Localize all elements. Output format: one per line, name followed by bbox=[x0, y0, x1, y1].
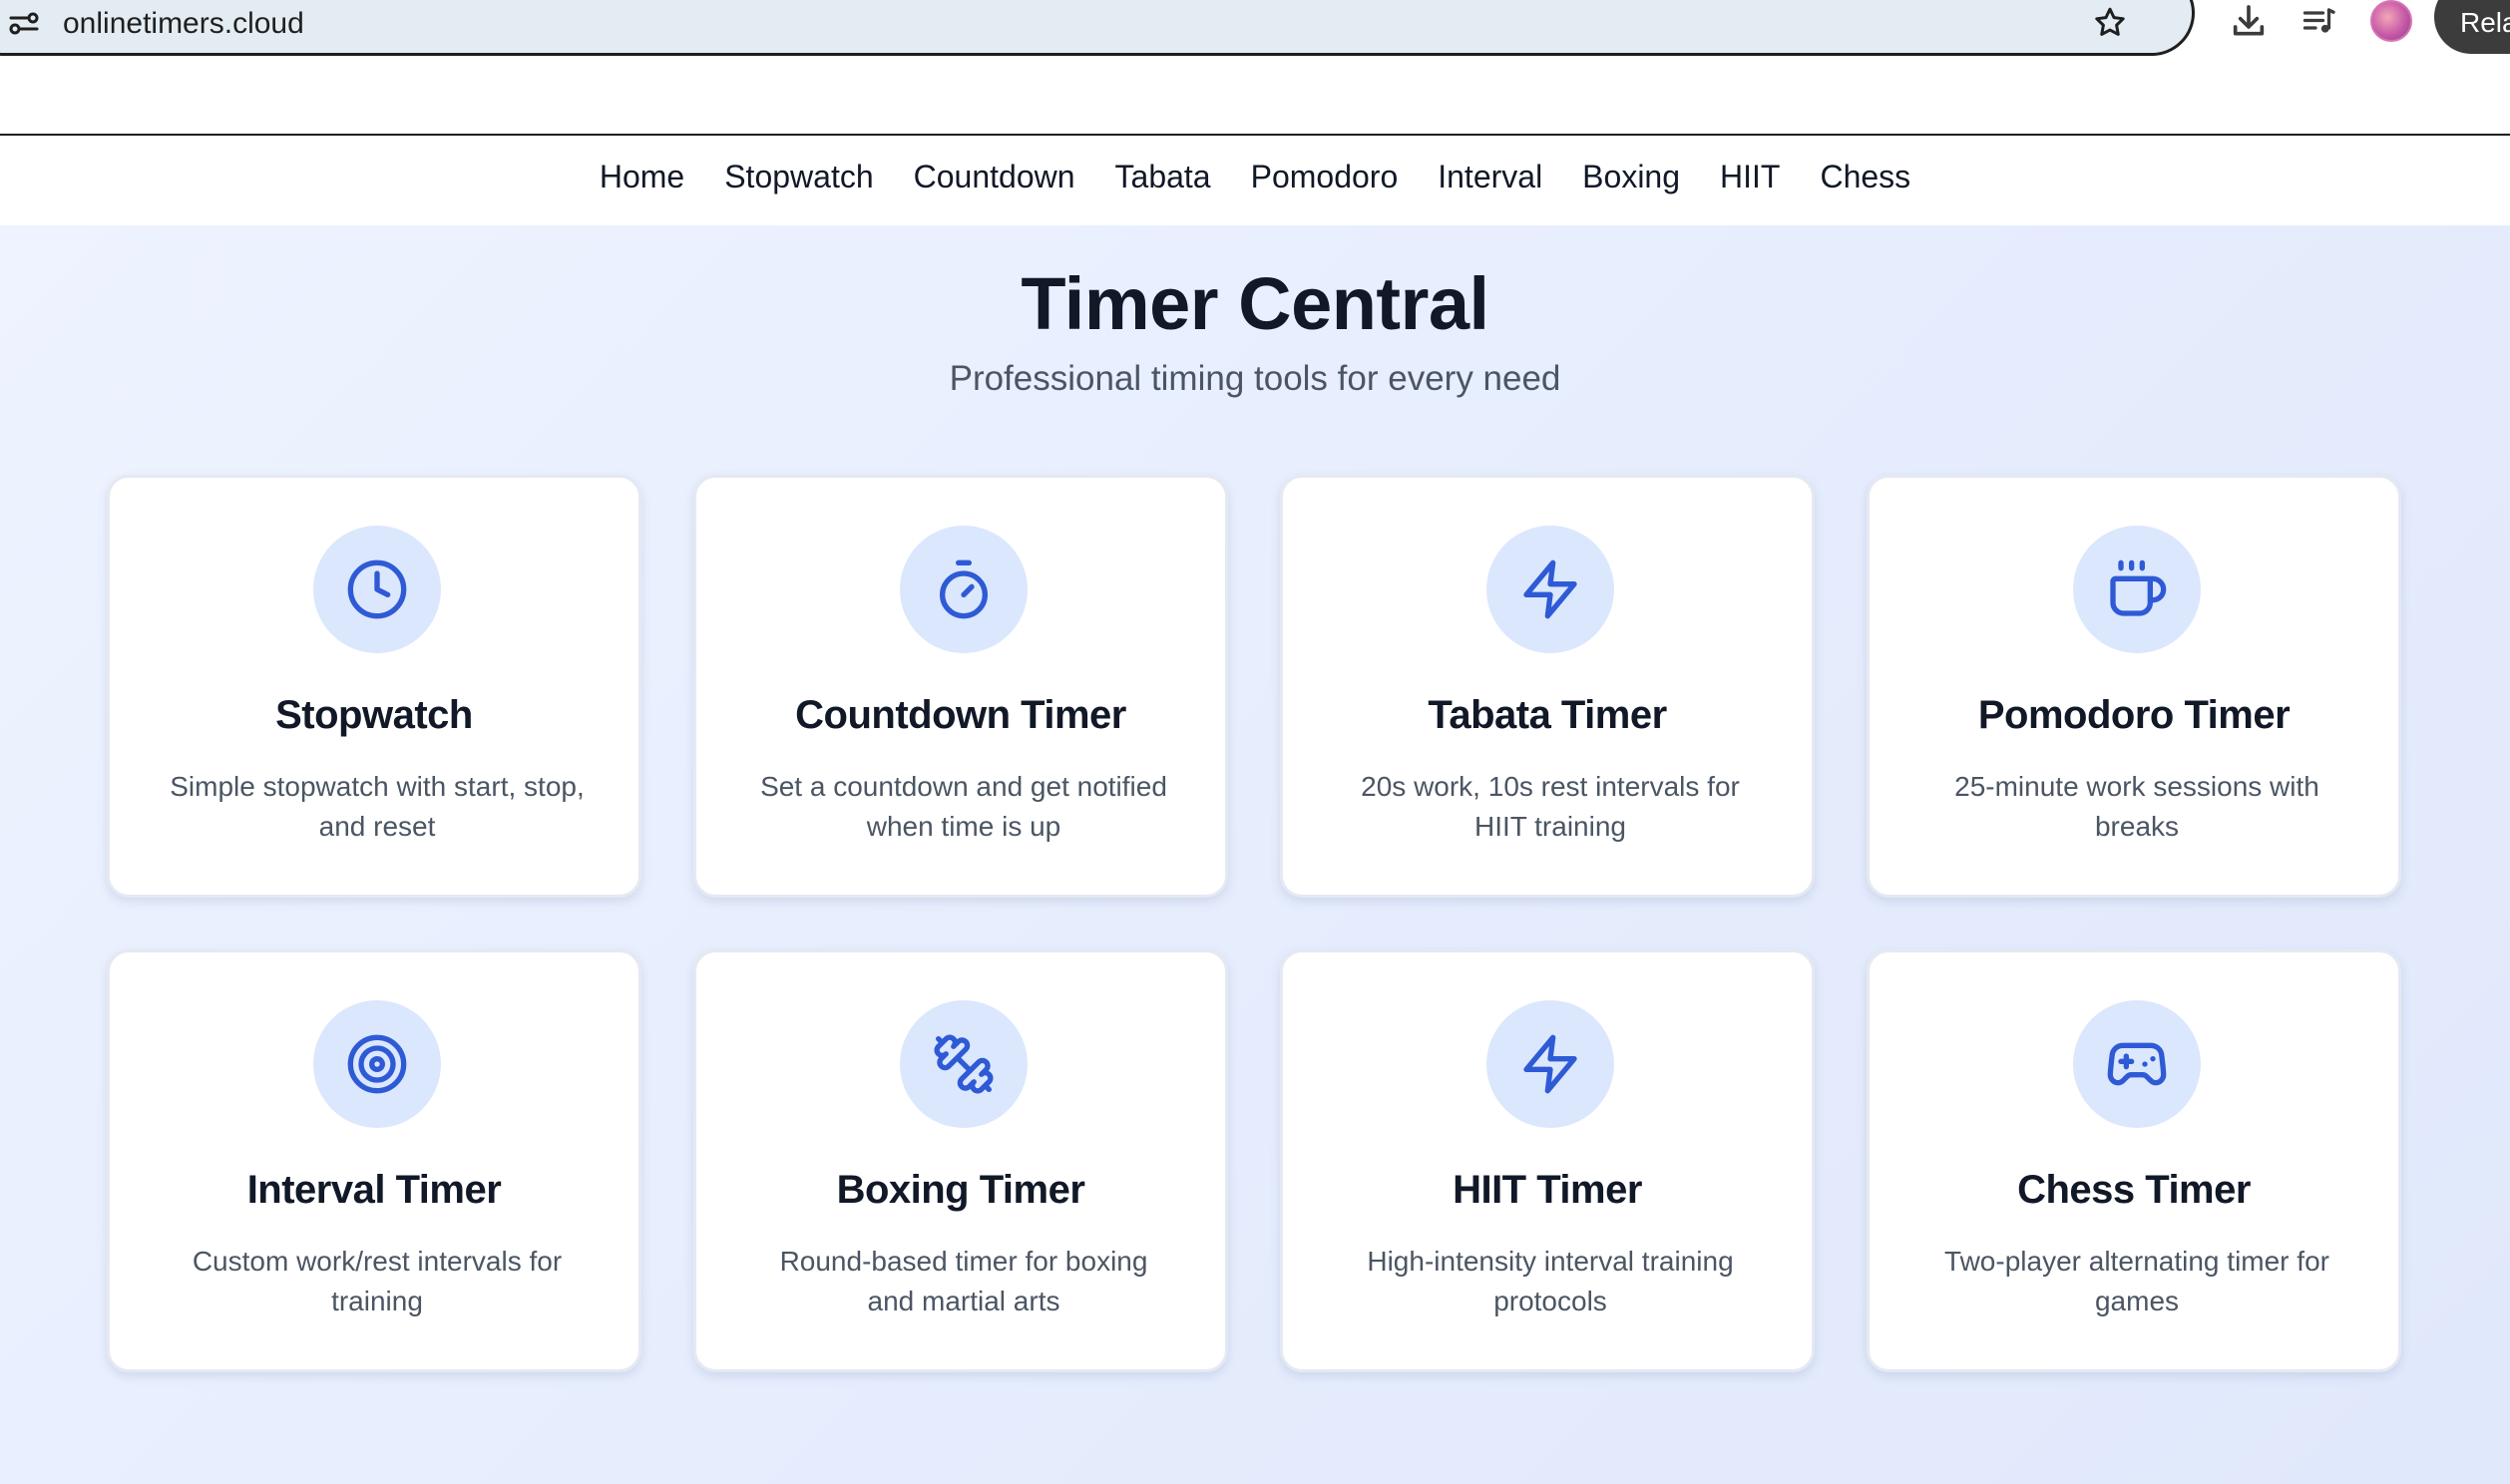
relaunch-button[interactable]: Rela bbox=[2434, 0, 2510, 54]
card-title: Chess Timer bbox=[2017, 1168, 2251, 1212]
site-info-icon[interactable] bbox=[9, 11, 39, 35]
card-title: Tabata Timer bbox=[1428, 693, 1667, 737]
lightning-icon bbox=[1523, 1034, 1577, 1094]
card-icon-badge bbox=[1486, 526, 1614, 653]
card-stopwatch[interactable]: Stopwatch Simple stopwatch with start, s… bbox=[107, 475, 641, 898]
page-subtitle: Professional timing tools for every need bbox=[949, 359, 1561, 398]
page-title: Timer Central bbox=[1021, 262, 1489, 345]
card-icon-badge bbox=[900, 1000, 1028, 1128]
nav-link-hiit[interactable]: HIIT bbox=[1720, 159, 1780, 195]
clock-icon bbox=[347, 559, 407, 619]
card-tabata-timer[interactable]: Tabata Timer 20s work, 10s rest interval… bbox=[1280, 475, 1815, 898]
download-icon[interactable] bbox=[2229, 2, 2269, 42]
nav-link-tabata[interactable]: Tabata bbox=[1115, 159, 1211, 195]
card-description: High-intensity interval training protoco… bbox=[1367, 1246, 1734, 1316]
nav-link-countdown[interactable]: Countdown bbox=[914, 159, 1075, 195]
nav-link-home[interactable]: Home bbox=[600, 159, 684, 195]
card-description: Simple stopwatch with start, stop, and r… bbox=[170, 771, 585, 842]
nav-link-boxing[interactable]: Boxing bbox=[1582, 159, 1680, 195]
card-description: 20s work, 10s rest intervals for HIIT tr… bbox=[1361, 771, 1740, 842]
card-description: Set a countdown and get notified when ti… bbox=[760, 771, 1167, 842]
dumbbell-icon bbox=[934, 1034, 994, 1094]
timer-grid: Stopwatch Simple stopwatch with start, s… bbox=[107, 475, 2403, 1372]
card-boxing-timer[interactable]: Boxing Timer Round-based timer for boxin… bbox=[693, 949, 1228, 1372]
card-interval-timer[interactable]: Interval Timer Custom work/rest interval… bbox=[107, 949, 641, 1372]
card-description: Two-player alternating timer for games bbox=[1944, 1246, 2329, 1316]
star-icon[interactable] bbox=[2092, 5, 2128, 41]
nav-link-stopwatch[interactable]: Stopwatch bbox=[724, 159, 873, 195]
main-content: Timer Central Professional timing tools … bbox=[0, 225, 2510, 1484]
relaunch-label: Rela bbox=[2460, 7, 2510, 38]
avatar[interactable] bbox=[2370, 0, 2412, 42]
address-bar[interactable]: onlinetimers.cloud bbox=[0, 0, 2195, 56]
card-chess-timer[interactable]: Chess Timer Two-player alternating timer… bbox=[1867, 949, 2401, 1372]
browser-chrome: onlinetimers.cloud Rela bbox=[0, 0, 2510, 136]
card-icon-badge bbox=[2073, 526, 2201, 653]
card-icon-badge bbox=[2073, 1000, 2201, 1128]
card-description: 25-minute work sessions with breaks bbox=[1954, 771, 2319, 842]
timer-icon bbox=[940, 559, 988, 619]
lightning-icon bbox=[1523, 559, 1577, 619]
card-title: Countdown Timer bbox=[795, 693, 1126, 737]
coffee-icon bbox=[2110, 559, 2167, 616]
card-description: Round-based timer for boxing and martial… bbox=[779, 1246, 1148, 1316]
url-text[interactable]: onlinetimers.cloud bbox=[63, 4, 304, 44]
nav-link-chess[interactable]: Chess bbox=[1820, 159, 1910, 195]
queue-icon[interactable] bbox=[2301, 4, 2336, 40]
card-icon-badge bbox=[313, 526, 441, 653]
card-title: Interval Timer bbox=[246, 1168, 502, 1212]
card-pomodoro-timer[interactable]: Pomodoro Timer 25-minute work sessions w… bbox=[1867, 475, 2401, 898]
card-hiit-timer[interactable]: HIIT Timer High-intensity interval train… bbox=[1280, 949, 1815, 1372]
card-icon-badge bbox=[900, 526, 1028, 653]
nav-link-pomodoro[interactable]: Pomodoro bbox=[1251, 159, 1399, 195]
card-title: Boxing Timer bbox=[836, 1168, 1085, 1212]
nav-link-interval[interactable]: Interval bbox=[1438, 159, 1542, 195]
card-countdown-timer[interactable]: Countdown Timer Set a countdown and get … bbox=[693, 475, 1228, 898]
card-icon-badge bbox=[1486, 1000, 1614, 1128]
card-title: HIIT Timer bbox=[1453, 1168, 1642, 1212]
card-description: Custom work/rest intervals for training bbox=[192, 1246, 563, 1316]
card-icon-badge bbox=[313, 1000, 441, 1128]
card-title: Pomodoro Timer bbox=[1977, 693, 2291, 737]
gamepad-icon bbox=[2107, 1042, 2167, 1086]
site-nav: Home Stopwatch Countdown Tabata Pomodoro… bbox=[0, 136, 2510, 225]
card-title: Stopwatch bbox=[275, 693, 473, 737]
target-icon bbox=[347, 1034, 407, 1094]
